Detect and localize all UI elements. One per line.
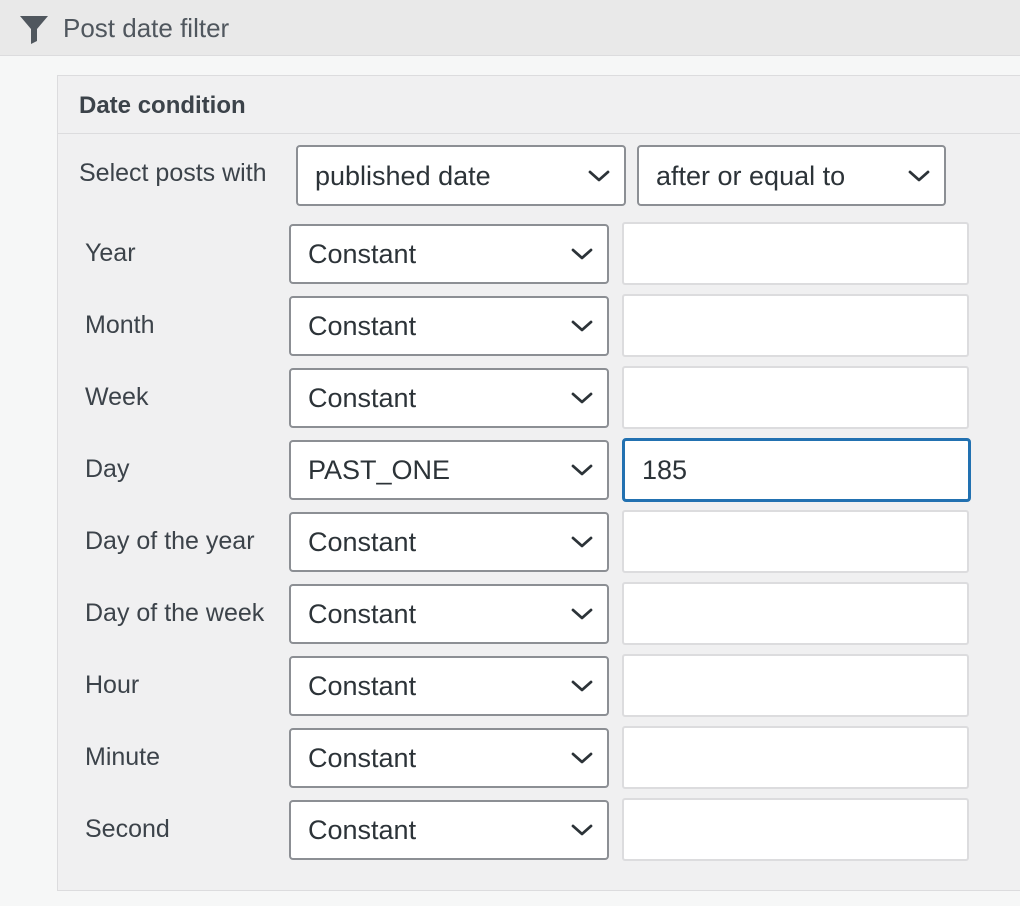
value-input-month[interactable] bbox=[622, 294, 969, 357]
value-input-second[interactable] bbox=[622, 798, 969, 861]
value-input-day-of-the-year[interactable] bbox=[622, 510, 969, 573]
mode-select-hour[interactable]: Constant bbox=[289, 656, 609, 716]
row-label-day-of-the-week: Day of the week bbox=[85, 599, 265, 627]
comparison-select[interactable]: after or equal to bbox=[637, 145, 946, 206]
date-condition-panel: Date condition Select posts with publish… bbox=[57, 75, 1020, 891]
value-input-day-of-the-week[interactable] bbox=[622, 582, 969, 645]
mode-select-day-of-the-week[interactable]: Constant bbox=[289, 584, 609, 644]
date-type-value: published date bbox=[315, 160, 491, 191]
chevron-down-icon bbox=[908, 170, 930, 181]
row-label-month: Month bbox=[85, 311, 155, 339]
chevron-down-icon bbox=[571, 752, 593, 764]
row-label-year: Year bbox=[85, 239, 136, 267]
panel-header: Date condition bbox=[58, 76, 1020, 134]
mode-select-day[interactable]: PAST_ONE bbox=[289, 440, 609, 500]
mode-select-minute[interactable]: Constant bbox=[289, 728, 609, 788]
mode-select-year[interactable]: Constant bbox=[289, 224, 609, 284]
chevron-down-icon bbox=[571, 608, 593, 620]
chevron-down-icon bbox=[588, 170, 610, 181]
mode-select-month[interactable]: Constant bbox=[289, 296, 609, 356]
row-label-hour: Hour bbox=[85, 671, 140, 699]
chevron-down-icon bbox=[571, 320, 593, 332]
row-label-day-of-the-year: Day of the year bbox=[85, 527, 255, 555]
chevron-down-icon bbox=[571, 392, 593, 404]
mode-select-second[interactable]: Constant bbox=[289, 800, 609, 860]
section-header[interactable]: Post date filter bbox=[0, 0, 1020, 56]
panel-title: Date condition bbox=[79, 92, 246, 119]
input-value: 185 bbox=[642, 455, 688, 485]
row-label-second: Second bbox=[85, 815, 170, 843]
mode-select-day-of-the-year[interactable]: Constant bbox=[289, 512, 609, 572]
date-type-select[interactable]: published date bbox=[296, 145, 626, 206]
chevron-down-icon bbox=[571, 248, 593, 260]
chevron-down-icon bbox=[571, 536, 593, 548]
chevron-down-icon bbox=[571, 464, 593, 476]
value-input-hour[interactable] bbox=[622, 654, 969, 717]
value-input-year[interactable] bbox=[622, 222, 969, 285]
mode-value: Constant bbox=[308, 383, 417, 413]
row-label-minute: Minute bbox=[85, 743, 161, 771]
chevron-down-icon bbox=[571, 680, 593, 692]
mode-value: Constant bbox=[308, 743, 417, 773]
value-input-week[interactable] bbox=[622, 366, 969, 429]
row-label-day: Day bbox=[85, 455, 130, 483]
filter-icon bbox=[20, 16, 48, 44]
section-title: Post date filter bbox=[63, 13, 230, 43]
value-input-minute[interactable] bbox=[622, 726, 969, 789]
mode-value: PAST_ONE bbox=[308, 455, 451, 485]
comparison-value: after or equal to bbox=[656, 160, 846, 191]
chevron-down-icon bbox=[571, 824, 593, 836]
mode-value: Constant bbox=[308, 311, 417, 341]
row-label-week: Week bbox=[85, 383, 149, 411]
mode-value: Constant bbox=[308, 815, 417, 845]
mode-value: Constant bbox=[308, 239, 417, 269]
mode-select-week[interactable]: Constant bbox=[289, 368, 609, 428]
mode-value: Constant bbox=[308, 599, 417, 629]
select-posts-label: Select posts with bbox=[79, 159, 267, 187]
value-input-day[interactable]: 185 bbox=[622, 438, 971, 502]
mode-value: Constant bbox=[308, 527, 417, 557]
mode-value: Constant bbox=[308, 671, 417, 701]
